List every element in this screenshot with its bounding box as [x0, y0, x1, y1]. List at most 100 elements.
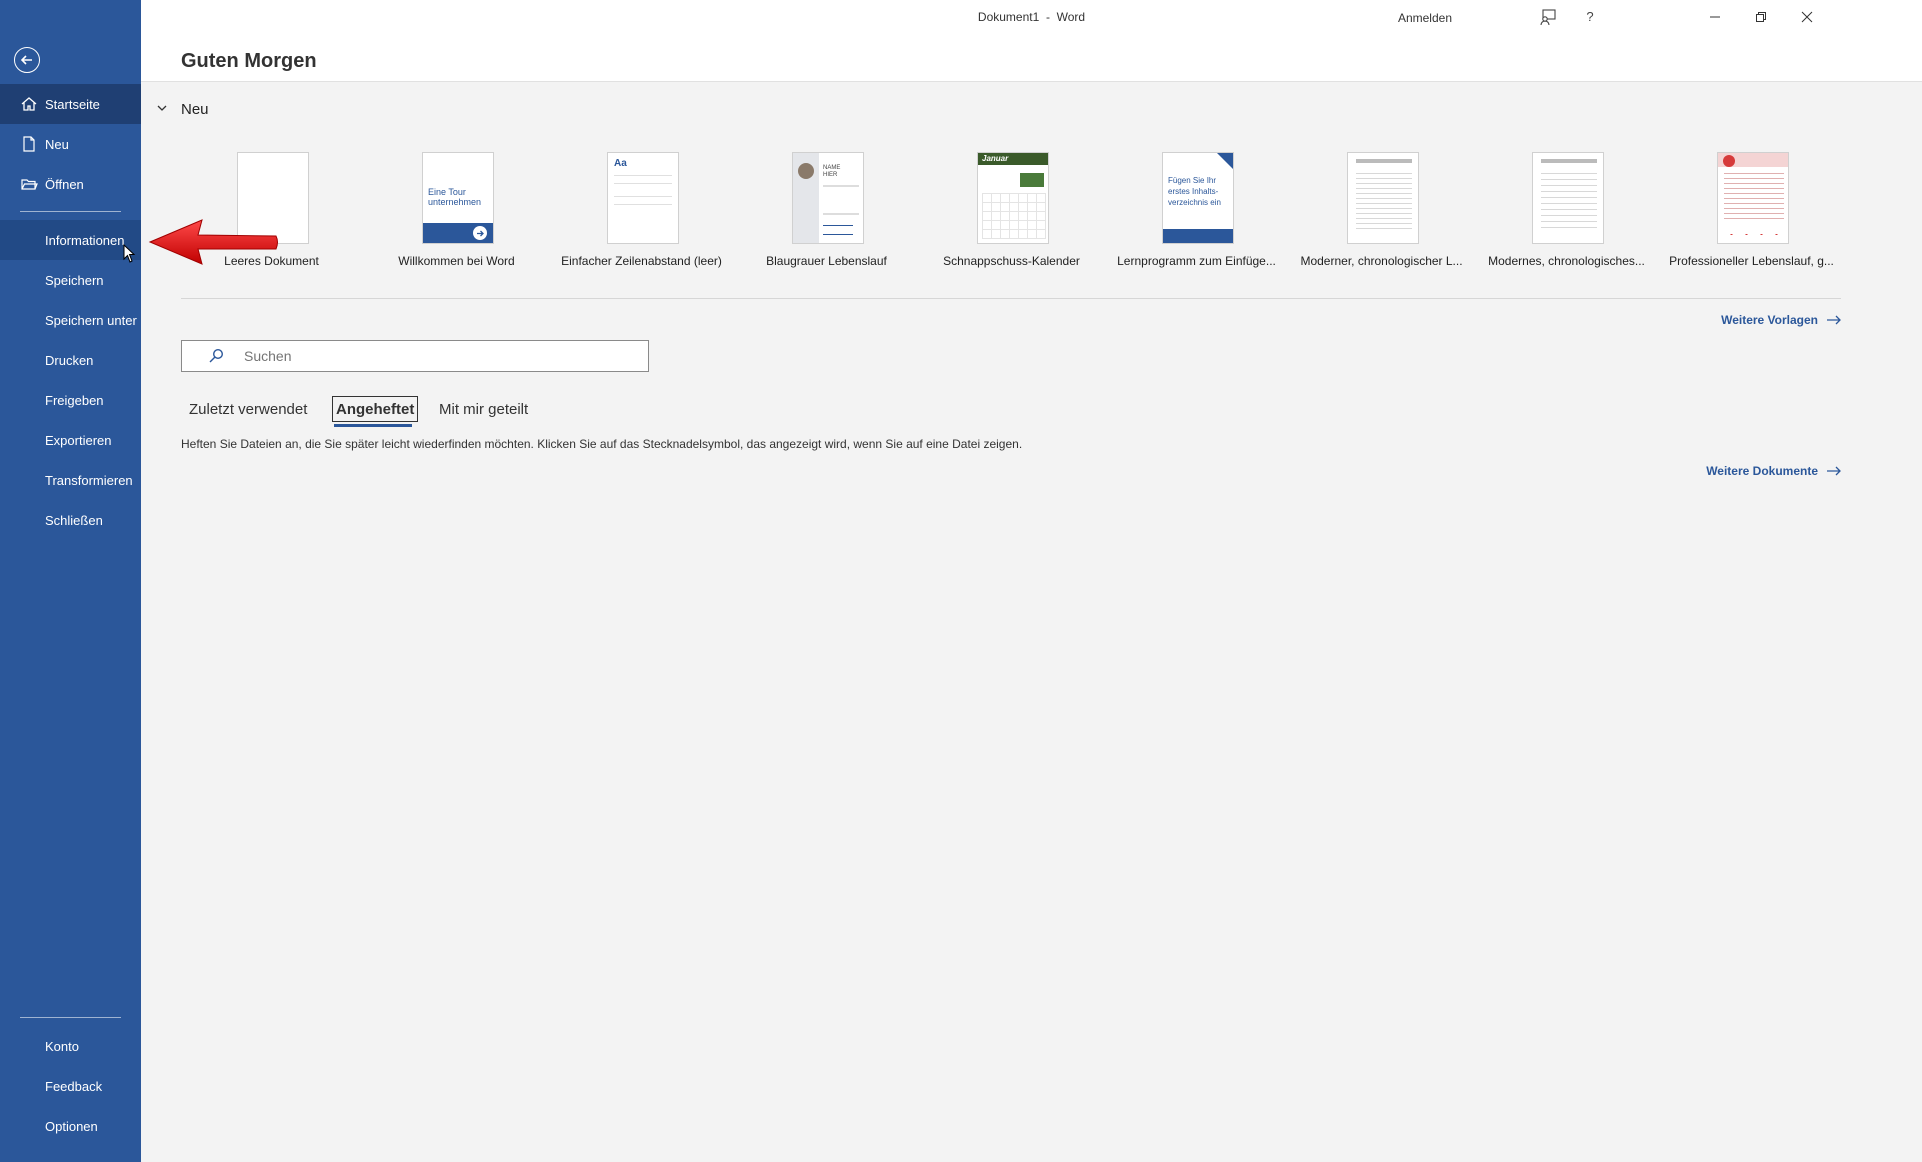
signin-link[interactable]: Anmelden	[1382, 11, 1452, 25]
minimize-button[interactable]	[1692, 0, 1738, 34]
sidebar-item-label: Freigeben	[45, 392, 104, 408]
sidebar-item-label: Drucken	[45, 352, 94, 368]
home-icon	[21, 97, 37, 111]
sidebar-item-label: Optionen	[45, 1118, 98, 1134]
thumb-month-text: Januar	[982, 154, 1009, 163]
template-modern-chronological-resume[interactable]: Moderner, chronologischer L...	[1289, 152, 1465, 272]
template-thumbnail	[1717, 152, 1789, 244]
thumb-lines	[1356, 159, 1412, 163]
template-professional-resume[interactable]: Professioneller Lebenslauf, g...	[1659, 152, 1835, 272]
annotation-arrow-icon	[148, 219, 278, 265]
template-snapshot-calendar[interactable]: Januar Schnappschuss-Kalender	[919, 152, 1095, 272]
thumb-bottom-band	[1163, 229, 1233, 243]
template-single-spaced[interactable]: Aa Einfacher Zeilenabstand (leer)	[549, 152, 725, 272]
tab-shared-with-me[interactable]: Mit mir geteilt	[439, 396, 528, 422]
thumb-lines	[1724, 173, 1784, 223]
title-bar: Dokument1 - Word Anmelden ?	[141, 0, 1922, 34]
sidebar-item-label: Speichern	[45, 272, 104, 288]
sidebar-item-label: Feedback	[45, 1078, 103, 1094]
sidebar-item-konto[interactable]: Konto	[0, 1026, 141, 1066]
backstage-sidebar: Startseite Neu Öffnen Informationen Spei…	[0, 0, 141, 1162]
sidebar-divider	[20, 211, 121, 212]
backstage-home: Guten Morgen Neu Leeres Dokument Eine To…	[141, 34, 1922, 1162]
sidebar-item-exportieren[interactable]: Exportieren	[0, 420, 141, 460]
template-thumbnail: Fügen Sie Ihr erstes Inhalts-verzeichnis…	[1162, 152, 1234, 244]
template-name: Einfacher Zeilenabstand (leer)	[561, 254, 722, 268]
sidebar-divider	[20, 1017, 121, 1018]
sidebar-item-freigeben[interactable]: Freigeben	[0, 380, 141, 420]
thumb-dots	[1724, 233, 1784, 236]
thumb-lines	[1356, 173, 1412, 233]
thumb-accent-lines	[823, 225, 853, 235]
more-templates-link[interactable]: Weitere Vorlagen	[1721, 313, 1842, 327]
sidebar-item-drucken[interactable]: Drucken	[0, 340, 141, 380]
arrow-left-icon	[20, 55, 32, 65]
sidebar-item-label: Informationen	[45, 232, 125, 248]
sidebar-item-label: Öffnen	[45, 176, 84, 192]
template-thumbnail: Aa	[607, 152, 679, 244]
template-welcome-to-word[interactable]: Eine Tour unternehmen Willkommen bei Wor…	[364, 152, 540, 272]
sidebar-item-neu[interactable]: Neu	[0, 124, 141, 164]
thumb-lines	[1541, 173, 1597, 229]
search-input[interactable]	[244, 346, 624, 366]
thumb-aa-text: Aa	[614, 158, 627, 169]
thumb-grid	[982, 193, 1046, 239]
template-name: Lernprogramm zum Einfüge...	[1117, 254, 1276, 268]
sidebar-item-informationen[interactable]: Informationen	[0, 220, 141, 260]
arrow-right-icon	[473, 226, 487, 240]
new-document-icon	[23, 136, 35, 152]
close-window-button[interactable]	[1784, 0, 1830, 34]
sidebar-item-speichern[interactable]: Speichern	[0, 260, 141, 300]
sidebar-item-speichern-unter[interactable]: Speichern unter	[0, 300, 141, 340]
template-blue-grey-resume[interactable]: NAME HIER Blaugrauer Lebenslauf	[734, 152, 910, 272]
back-button[interactable]	[14, 47, 40, 73]
home-header: Guten Morgen	[141, 34, 1922, 82]
coauthoring-icon[interactable]	[1539, 8, 1557, 26]
search-input-box[interactable]	[181, 340, 649, 372]
template-name: Blaugrauer Lebenslauf	[766, 254, 887, 268]
new-section-title: Neu	[181, 101, 209, 118]
minimize-icon	[1710, 16, 1720, 18]
search-icon	[209, 348, 224, 363]
chevron-down-icon	[157, 105, 167, 111]
thumb-photo	[798, 163, 814, 179]
sidebar-item-label: Schließen	[45, 512, 103, 528]
template-thumbnail	[1532, 152, 1604, 244]
folder-open-icon	[21, 179, 38, 190]
thumb-badge	[1723, 155, 1735, 167]
window-title: Dokument1 - Word	[977, 10, 1086, 24]
template-thumbnail: Eine Tour unternehmen	[422, 152, 494, 244]
template-name: Willkommen bei Word	[398, 254, 515, 268]
thumb-name-text: NAME HIER	[823, 165, 841, 178]
template-toc-tutorial[interactable]: Fügen Sie Ihr erstes Inhalts-verzeichnis…	[1104, 152, 1280, 272]
template-name: Schnappschuss-Kalender	[943, 254, 1080, 268]
sidebar-item-oeffnen[interactable]: Öffnen	[0, 164, 141, 204]
template-thumbnail: Januar	[977, 152, 1049, 244]
help-icon[interactable]: ?	[1581, 9, 1599, 27]
thumb-lines	[1541, 159, 1597, 163]
tab-recent[interactable]: Zuletzt verwendet	[189, 396, 307, 422]
mouse-cursor-icon	[123, 244, 136, 263]
template-modern-chronological[interactable]: Modernes, chronologisches...	[1474, 152, 1650, 272]
thumb-corner	[1217, 153, 1233, 169]
arrow-right-icon	[1827, 466, 1841, 476]
sidebar-item-startseite[interactable]: Startseite	[0, 84, 141, 124]
thumb-toc-text: Fügen Sie Ihr erstes Inhalts-verzeichnis…	[1168, 176, 1221, 207]
tab-pinned[interactable]: Angeheftet	[332, 396, 419, 422]
template-thumbnail	[1347, 152, 1419, 244]
more-documents-label: Weitere Dokumente	[1706, 464, 1818, 478]
section-divider	[181, 298, 1841, 299]
sidebar-item-label: Startseite	[45, 96, 100, 112]
sidebar-item-transformieren[interactable]: Transformieren	[0, 460, 141, 500]
restore-button[interactable]	[1738, 0, 1784, 34]
collapse-new-section-button[interactable]	[156, 102, 168, 114]
more-documents-link[interactable]: Weitere Dokumente	[1706, 464, 1842, 478]
sidebar-item-label: Transformieren	[45, 472, 133, 488]
sidebar-item-label: Konto	[45, 1038, 79, 1054]
restore-icon	[1756, 12, 1766, 22]
sidebar-item-feedback[interactable]: Feedback	[0, 1066, 141, 1106]
page-title: Guten Morgen	[181, 50, 317, 72]
sidebar-item-schliessen[interactable]: Schließen	[0, 500, 141, 540]
thumb-lines	[823, 185, 859, 215]
sidebar-item-optionen[interactable]: Optionen	[0, 1106, 141, 1146]
